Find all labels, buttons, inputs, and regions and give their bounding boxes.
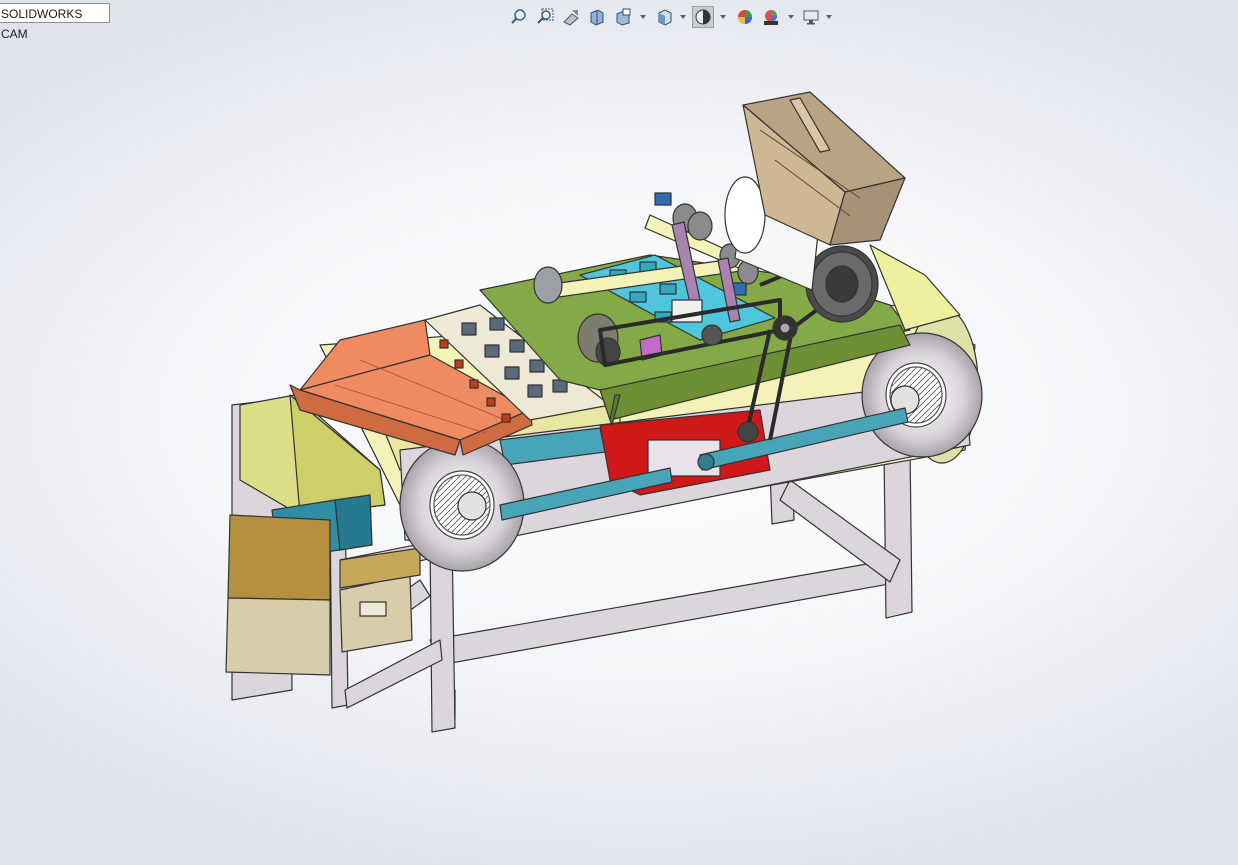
view-orientation-button[interactable] xyxy=(654,6,676,28)
edit-appearance-button[interactable] xyxy=(734,6,756,28)
section-view-button[interactable] xyxy=(586,6,608,28)
dynamic-annotation-icon xyxy=(616,8,631,26)
apply-scene-icon xyxy=(764,10,778,25)
heads-up-view-toolbar xyxy=(508,6,838,30)
previous-view-icon xyxy=(563,10,579,26)
dynamic-annotation-menu-caret[interactable] xyxy=(640,15,646,19)
display-style-menu-caret[interactable] xyxy=(720,15,726,19)
dynamic-annotation-button[interactable] xyxy=(612,6,634,28)
previous-view-button[interactable] xyxy=(560,6,582,28)
apply-scene-menu-caret[interactable] xyxy=(788,15,794,19)
display-style-button[interactable] xyxy=(692,6,714,28)
machine-assembly[interactable] xyxy=(225,91,983,733)
view-settings-button[interactable] xyxy=(800,6,822,28)
display-style-icon xyxy=(695,9,711,25)
apply-scene-button[interactable] xyxy=(760,6,782,28)
view-orientation-menu-caret[interactable] xyxy=(680,15,686,19)
zoom-to-area-button[interactable] xyxy=(534,6,556,28)
solidworks-cam-tab[interactable]: SOLIDWORKS CAM xyxy=(0,3,110,41)
zoom-to-fit-icon xyxy=(511,9,526,24)
edit-appearance-icon xyxy=(738,10,752,24)
view-settings-menu-caret[interactable] xyxy=(826,15,832,19)
main-gear xyxy=(805,245,879,323)
zoom-to-area-icon xyxy=(537,8,554,24)
view-orientation-icon xyxy=(658,9,672,26)
zoom-to-fit-button[interactable] xyxy=(508,6,530,28)
section-view-icon xyxy=(590,9,604,26)
view-settings-icon xyxy=(803,10,819,25)
model-viewport[interactable] xyxy=(0,0,1238,865)
